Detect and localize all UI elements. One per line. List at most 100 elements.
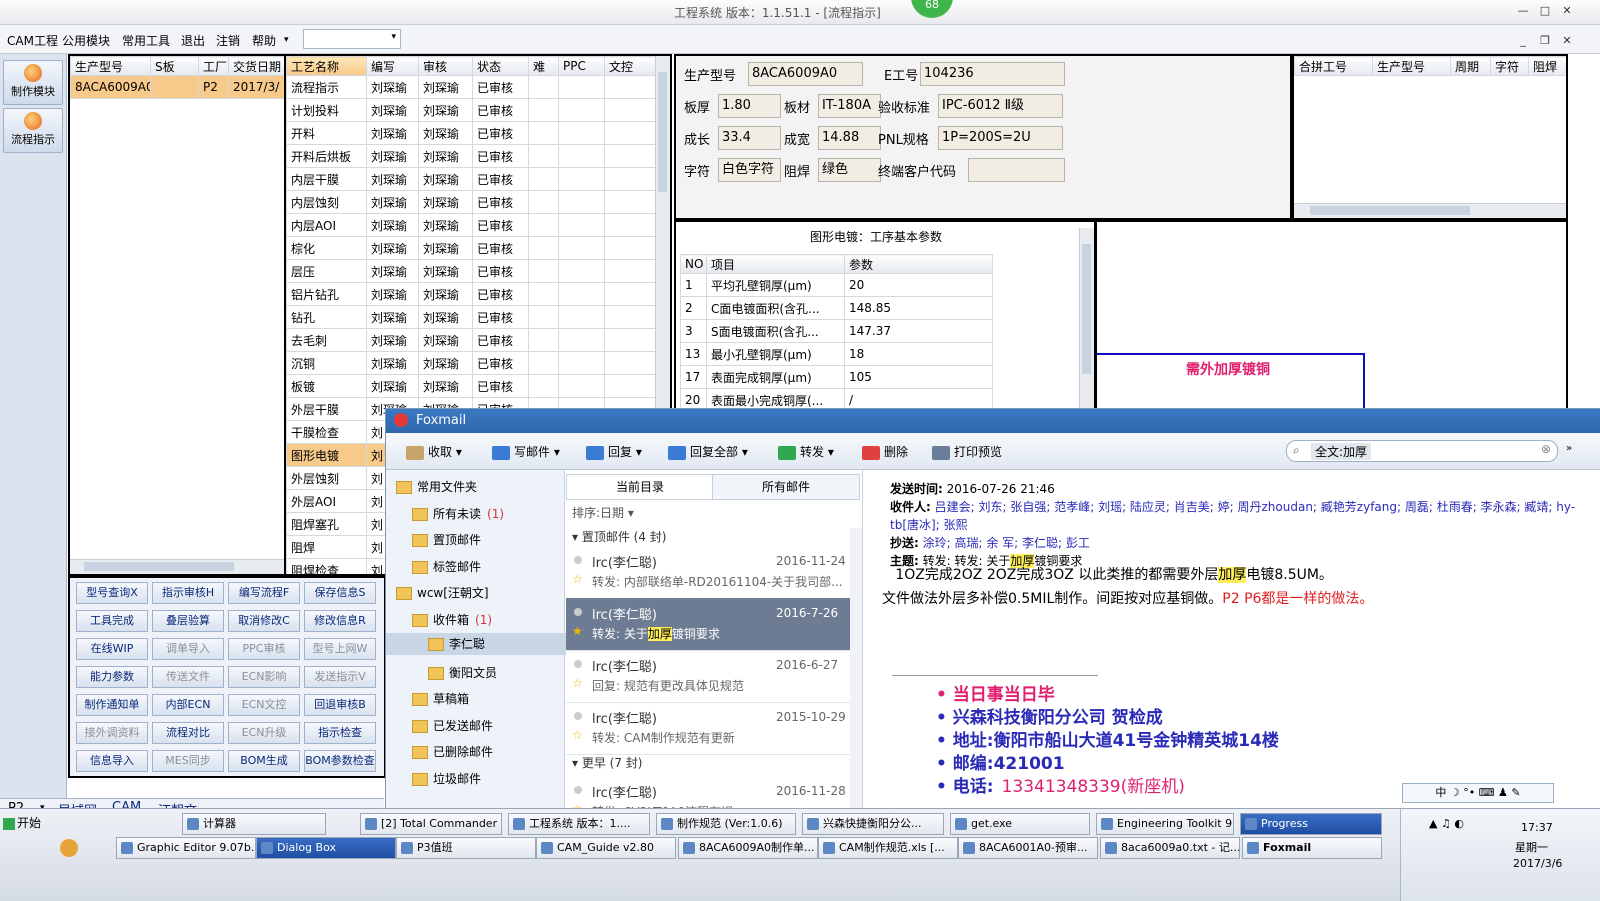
clear-icon[interactable]: ⊗ bbox=[1541, 442, 1551, 456]
col-header[interactable]: S板 bbox=[150, 56, 199, 76]
table-row[interactable]: 13 最小孔壁铜厚(μm) 18 bbox=[680, 342, 993, 366]
table-row[interactable]: 内层AOI 刘琛瑜 刘琛瑜 已审核 bbox=[286, 213, 657, 237]
table-row[interactable]: 计划投料 刘琛瑜 刘琛瑜 已审核 bbox=[286, 98, 657, 122]
taskbar-item[interactable]: 8ACA6001A0-预审... bbox=[958, 837, 1098, 859]
folder-item[interactable]: 置顶邮件 bbox=[412, 531, 481, 548]
table-row[interactable]: 开料后烘板 刘琛瑜 刘琛瑜 已审核 bbox=[286, 144, 657, 168]
taskbar-item[interactable]: 8aca6009a0.txt - 记... bbox=[1100, 837, 1240, 859]
col-header[interactable]: 阻焊 bbox=[1528, 56, 1566, 76]
action-button[interactable]: 保存信息S bbox=[304, 582, 376, 604]
table-row[interactable]: 1 平均孔壁铜厚(μm) 20 bbox=[680, 273, 993, 297]
tab-all-mail[interactable]: 所有邮件 bbox=[712, 474, 860, 500]
action-button[interactable]: 制作通知单 bbox=[76, 694, 148, 716]
close-icon[interactable]: ✕ bbox=[1558, 3, 1576, 19]
taskbar-item[interactable]: CAM制作规范.xls [... bbox=[818, 837, 958, 859]
action-button[interactable]: 修改信息R bbox=[304, 610, 376, 632]
field-value[interactable]: 33.4 bbox=[718, 126, 781, 150]
action-button[interactable]: MES同步 bbox=[152, 750, 224, 772]
tab-current-folder[interactable]: 当前目录 bbox=[566, 474, 714, 500]
action-button[interactable]: 型号查询X bbox=[76, 582, 148, 604]
action-button[interactable]: 传送文件 bbox=[152, 666, 224, 688]
mdi-minimize-icon[interactable]: _ bbox=[1514, 33, 1532, 49]
action-button[interactable]: 信息导入 bbox=[76, 750, 148, 772]
table-row[interactable]: 层压 刘琛瑜 刘琛瑜 已审核 bbox=[286, 259, 657, 283]
folder-item[interactable]: 常用文件夹 bbox=[396, 478, 477, 495]
print-preview-button[interactable]: 打印预览 bbox=[932, 443, 1002, 460]
menu-cam[interactable]: CAM工程 bbox=[7, 32, 58, 49]
reply-all-button[interactable]: 回复全部 ▾ bbox=[668, 443, 748, 460]
field-value[interactable] bbox=[968, 158, 1065, 182]
col-header[interactable]: 编写 bbox=[366, 56, 419, 76]
reply-button[interactable]: 回复 ▾ bbox=[586, 443, 642, 460]
minimize-icon[interactable]: — bbox=[1514, 3, 1532, 19]
col-header[interactable]: 工艺名称 bbox=[286, 56, 367, 76]
col-header[interactable]: 合拼工号 bbox=[1294, 56, 1373, 76]
tray-icon[interactable]: ▲ ♫ ◐ bbox=[1429, 817, 1464, 830]
menu-overflow-icon[interactable]: ▾ bbox=[284, 35, 289, 45]
vertical-scrollbar[interactable] bbox=[1079, 228, 1094, 408]
action-button[interactable]: ECN升级 bbox=[228, 722, 300, 744]
field-value[interactable]: 104236 bbox=[920, 62, 1065, 86]
folder-item[interactable]: 标签邮件 bbox=[412, 558, 481, 575]
search-input[interactable]: 全文:加厚 bbox=[1311, 443, 1372, 460]
action-button[interactable]: 工具完成 bbox=[76, 610, 148, 632]
maximize-icon[interactable]: □ bbox=[1536, 3, 1554, 19]
star-icon[interactable]: ☆ bbox=[572, 572, 583, 586]
col-header[interactable]: 生产型号 bbox=[1372, 56, 1451, 76]
field-value[interactable]: 14.88 bbox=[818, 126, 881, 150]
table-row[interactable]: 棕化 刘琛瑜 刘琛瑜 已审核 bbox=[286, 236, 657, 260]
folder-item[interactable]: wcw[汪朝文] bbox=[396, 584, 489, 601]
taskbar-item[interactable]: Progress bbox=[1240, 813, 1382, 835]
menu-common-modules[interactable]: 公用模块 bbox=[62, 32, 110, 49]
taskbar-item[interactable]: Foxmail bbox=[1242, 837, 1382, 859]
read-status-icon[interactable] bbox=[574, 608, 582, 616]
taskbar-item[interactable]: 8ACA6009A0制作单... bbox=[678, 837, 818, 859]
taskbar-item[interactable]: CAM_Guide v2.80 bbox=[536, 837, 676, 859]
scroll-thumb[interactable] bbox=[1082, 244, 1091, 374]
table-row[interactable]: 铝片钻孔 刘琛瑜 刘琛瑜 已审核 bbox=[286, 282, 657, 306]
clock-time[interactable]: 17:37 bbox=[1521, 821, 1553, 834]
col-header[interactable]: PPC bbox=[558, 56, 605, 76]
col-header[interactable]: 交货日期 bbox=[228, 56, 284, 76]
star-icon[interactable]: ★ bbox=[572, 624, 583, 638]
start-button[interactable]: 开始 bbox=[3, 813, 49, 833]
action-button[interactable]: ECN文控 bbox=[228, 694, 300, 716]
receive-button[interactable]: 收取 ▾ bbox=[406, 443, 462, 460]
action-button[interactable]: 指示审核H bbox=[152, 582, 224, 604]
table-row[interactable]: 2 C面电镀面积(含孔... 148.85 bbox=[680, 296, 993, 320]
action-button[interactable]: 流程对比 bbox=[152, 722, 224, 744]
table-row[interactable]: 沉铜 刘琛瑜 刘琛瑜 已审核 bbox=[286, 351, 657, 375]
folder-item[interactable]: 垃圾邮件 bbox=[412, 770, 481, 787]
action-button[interactable]: 叠层验算 bbox=[152, 610, 224, 632]
table-row[interactable]: 3 S面电镀面积(含孔... 147.37 bbox=[680, 319, 993, 343]
folder-item[interactable]: 所有未读 (1) bbox=[412, 505, 504, 522]
col-header[interactable]: 项目 bbox=[706, 254, 845, 274]
field-value[interactable]: IPC-6012 Ⅱ级 bbox=[938, 94, 1063, 118]
taskbar-item[interactable]: [2] Total Commander ... bbox=[360, 813, 502, 835]
field-value[interactable]: 1P=200S=2U bbox=[938, 126, 1063, 150]
scroll-thumb[interactable] bbox=[1310, 206, 1470, 215]
action-button[interactable]: ECN影响 bbox=[228, 666, 300, 688]
action-button[interactable]: 调单导入 bbox=[152, 638, 224, 660]
star-icon[interactable]: ☆ bbox=[572, 676, 583, 690]
taskbar-item[interactable]: Dialog Box bbox=[256, 837, 396, 859]
col-header[interactable]: NO bbox=[680, 254, 707, 274]
col-header[interactable]: 生产型号 bbox=[70, 56, 151, 76]
folder-item[interactable]: 已删除邮件 bbox=[412, 743, 493, 760]
action-button[interactable]: BOM生成 bbox=[228, 750, 300, 772]
sort-dropdown[interactable]: 排序:日期 ▾ bbox=[572, 504, 634, 521]
quicklaunch-icon[interactable] bbox=[60, 839, 78, 857]
menu-logout[interactable]: 注销 bbox=[216, 32, 240, 49]
group-earlier[interactable]: ▾ 更早 (7 封) bbox=[572, 754, 642, 771]
delete-button[interactable]: 删除 bbox=[862, 443, 908, 460]
table-row[interactable]: 开料 刘琛瑜 刘琛瑜 已审核 bbox=[286, 121, 657, 145]
action-button[interactable]: 编写流程F bbox=[228, 582, 300, 604]
table-row[interactable]: 8ACA6009A0 P2 2017/3/ bbox=[70, 75, 284, 99]
col-header[interactable]: 难 bbox=[528, 56, 559, 76]
col-header[interactable]: 审核 bbox=[418, 56, 473, 76]
field-value[interactable]: 1.80 bbox=[718, 94, 781, 118]
menu-exit[interactable]: 退出 bbox=[181, 32, 205, 49]
field-value[interactable]: 8ACA6009A0 bbox=[748, 62, 863, 86]
menu-help[interactable]: 帮助 bbox=[252, 32, 276, 49]
read-status-icon[interactable] bbox=[574, 786, 582, 794]
